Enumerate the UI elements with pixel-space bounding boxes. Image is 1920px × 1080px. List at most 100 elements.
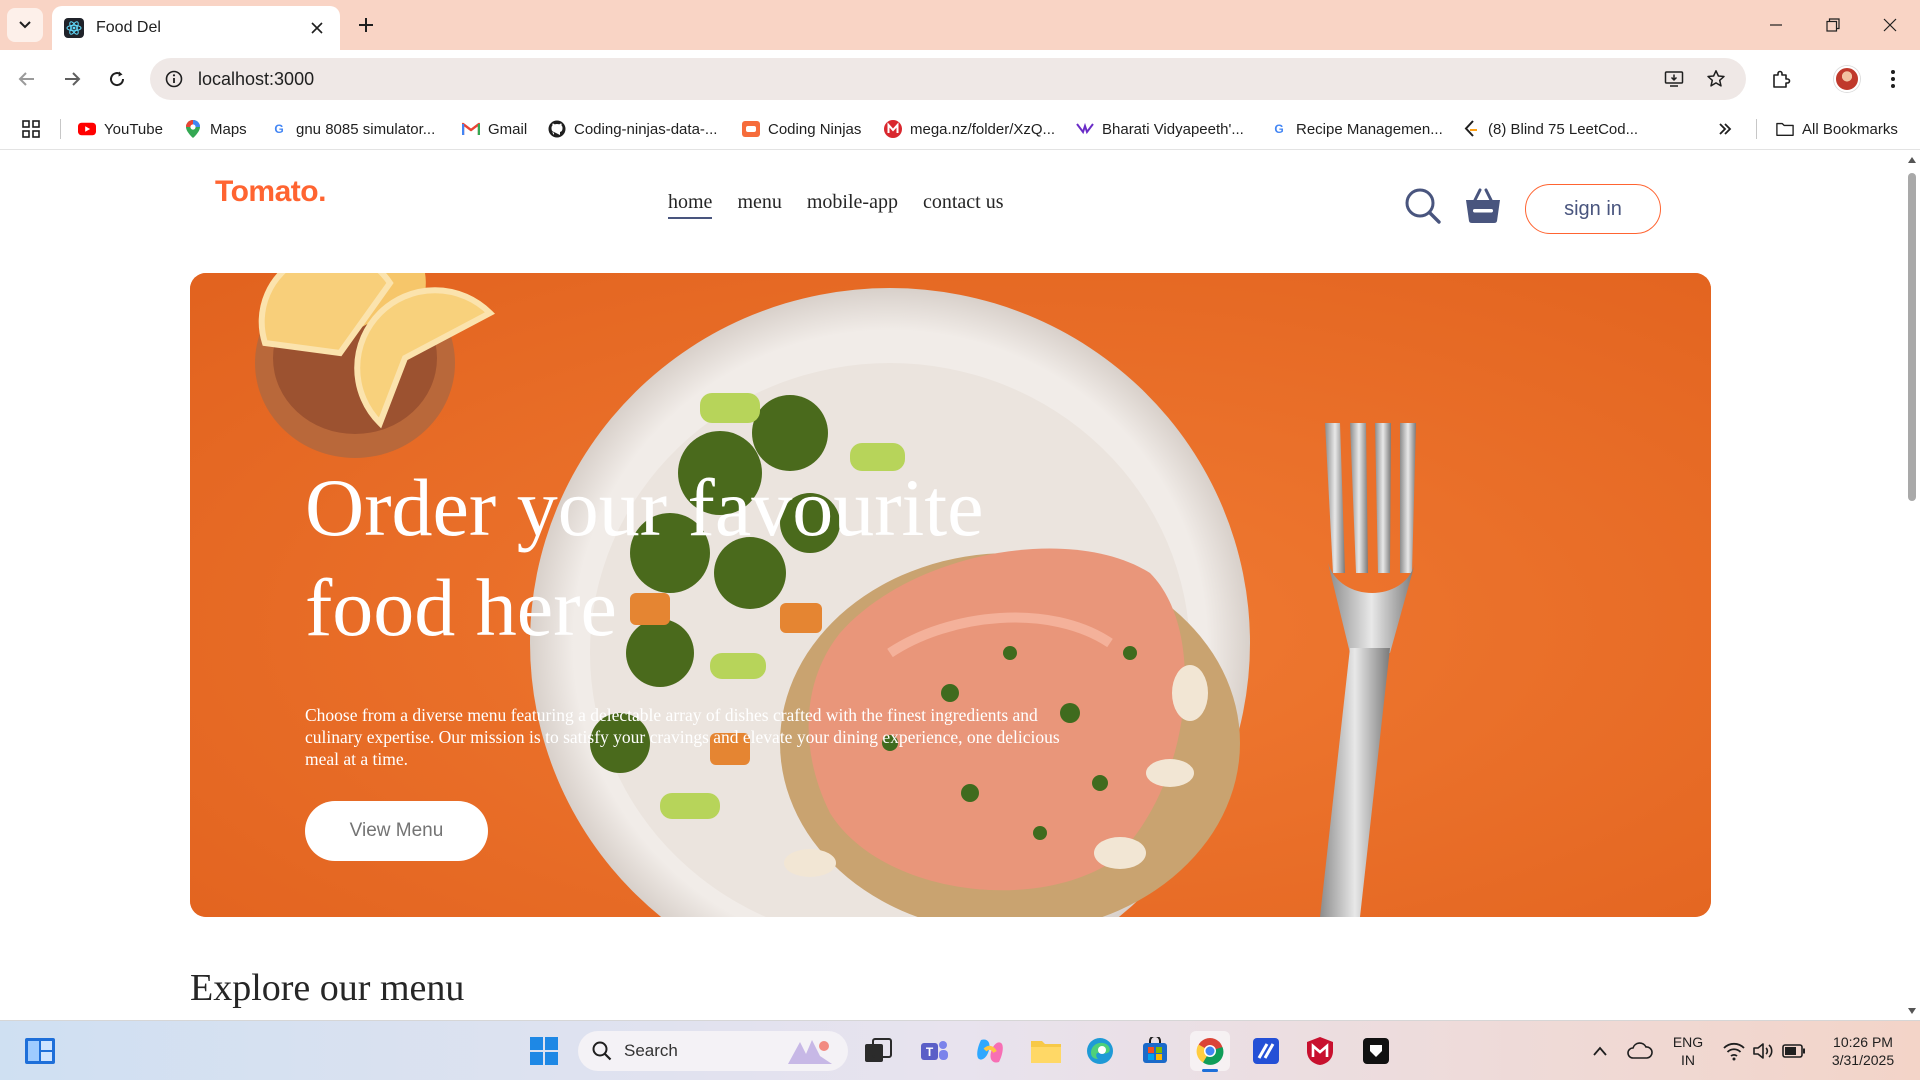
new-tab-button[interactable] — [352, 11, 380, 39]
url-text: localhost:3000 — [198, 68, 315, 89]
search-icon[interactable] — [1402, 185, 1444, 227]
task-view-icon[interactable] — [858, 1031, 898, 1071]
language-code: ENG — [1672, 1034, 1704, 1050]
reload-icon — [110, 71, 125, 87]
plus-icon — [359, 18, 373, 32]
coding-ninjas-icon — [742, 120, 760, 138]
nav-contact-us[interactable]: contact us — [923, 191, 1004, 219]
github-icon — [548, 120, 566, 138]
bookmark-star-icon[interactable] — [1702, 65, 1730, 93]
google-icon: G — [1274, 122, 1284, 136]
chrome-taskbar-icon[interactable] — [1190, 1031, 1230, 1072]
bookmark-coding-ninjas[interactable]: Coding Ninjas — [742, 108, 861, 150]
more-bookmarks-button[interactable] — [1718, 108, 1732, 150]
close-window-button[interactable] — [1876, 11, 1904, 39]
install-app-icon[interactable] — [1660, 65, 1688, 93]
windows-taskbar: Search T ENG IN 10:26 PM 3/31/2025 — [0, 1020, 1920, 1080]
mcafee-icon[interactable] — [1300, 1031, 1340, 1071]
bookmark-blind-75[interactable]: (8) Blind 75 LeetCod... — [1462, 108, 1638, 150]
bookmark-coding-ninjas-data[interactable]: Coding-ninjas-data-... — [548, 108, 717, 150]
copilot-icon[interactable] — [970, 1031, 1010, 1071]
tab-strip: Food Del — [0, 0, 1920, 50]
bookmark-label: Gmail — [488, 120, 528, 138]
apps-grid-icon — [22, 120, 40, 138]
clock-time: 10:26 PM — [1833, 1034, 1893, 1050]
site-logo[interactable]: Tomato. — [215, 175, 326, 209]
hero-description: Choose from a diverse menu featuring a d… — [305, 705, 1060, 769]
bookmark-gmail[interactable]: Gmail — [462, 108, 527, 150]
bookmark-youtube[interactable]: YouTube — [78, 108, 163, 150]
bookmark-separator — [1756, 119, 1757, 139]
chevron-down-icon — [19, 21, 31, 29]
file-explorer-icon[interactable] — [1026, 1031, 1066, 1071]
search-highlight-icon — [788, 1040, 832, 1064]
google-icon: G — [274, 122, 284, 136]
battery-icon[interactable] — [1774, 1031, 1814, 1071]
onedrive-icon[interactable] — [1620, 1031, 1660, 1071]
active-app-indicator — [1202, 1069, 1218, 1072]
browser-menu-button[interactable] — [1876, 62, 1910, 96]
bookmark-label: Recipe Managemen... — [1296, 120, 1443, 138]
profile-button[interactable] — [1830, 62, 1864, 96]
nav-menu[interactable]: menu — [737, 191, 781, 219]
all-bookmarks-button[interactable]: All Bookmarks — [1776, 108, 1898, 150]
app-icon[interactable] — [1356, 1031, 1396, 1071]
bookmark-label: gnu 8085 simulator... — [296, 120, 436, 138]
restore-button[interactable] — [1819, 11, 1847, 39]
all-bookmarks-label: All Bookmarks — [1802, 120, 1898, 138]
chevron-up-icon[interactable] — [1580, 1031, 1620, 1071]
start-windows-icon[interactable] — [524, 1031, 564, 1071]
taskbar-search-box[interactable]: Search — [578, 1031, 848, 1071]
hero-title: Order your favourite food here — [305, 462, 984, 653]
region-code: IN — [1681, 1052, 1695, 1068]
apps-button[interactable] — [22, 108, 40, 150]
mega-icon — [884, 120, 902, 138]
restore-icon — [1826, 18, 1840, 32]
bookmark-maps[interactable]: Maps — [184, 108, 247, 150]
bookmark-label: mega.nz/folder/XzQ... — [910, 120, 1056, 138]
extensions-button[interactable] — [1764, 62, 1798, 96]
bookmark-recipe-management[interactable]: G Recipe Managemen... — [1270, 108, 1443, 150]
widgets-icon[interactable] — [20, 1031, 60, 1071]
microsoft-store-icon[interactable] — [1135, 1031, 1175, 1071]
search-icon — [592, 1041, 612, 1061]
clock[interactable]: 10:26 PM 3/31/2025 — [1820, 1033, 1906, 1069]
view-menu-button[interactable]: View Menu — [305, 801, 488, 861]
minimize-button[interactable] — [1762, 11, 1790, 39]
double-chevron-right-icon — [1719, 123, 1732, 135]
tab-title: Food Del — [96, 19, 161, 36]
clock-date: 3/31/2025 — [1831, 1052, 1895, 1068]
bookmarks-bar: YouTube Maps G gnu 8085 simulator... Gma… — [0, 108, 1920, 150]
forward-button[interactable] — [55, 62, 89, 96]
minimize-icon — [1770, 24, 1782, 26]
page-scrollbar[interactable] — [1904, 151, 1920, 1020]
close-icon — [1883, 18, 1897, 32]
site-info-icon[interactable] — [162, 67, 186, 91]
bookmark-gnu-8085[interactable]: G gnu 8085 simulator... — [270, 108, 435, 150]
reload-button[interactable] — [100, 62, 134, 96]
vscode-like-app-icon[interactable] — [1246, 1031, 1286, 1071]
nav-home[interactable]: home — [668, 191, 713, 219]
bookmark-label: Bharati Vidyapeeth'... — [1102, 120, 1244, 138]
scroll-down-arrow-icon[interactable] — [1907, 1006, 1917, 1016]
bookmark-mega[interactable]: mega.nz/folder/XzQ... — [884, 108, 1055, 150]
scroll-thumb[interactable] — [1908, 173, 1916, 501]
nav-mobile-app[interactable]: mobile-app — [807, 191, 898, 219]
sign-in-button[interactable]: sign in — [1525, 184, 1661, 234]
browser-tab-active[interactable]: Food Del — [52, 6, 340, 50]
back-button[interactable] — [10, 62, 44, 96]
tab-search-button[interactable] — [7, 8, 43, 42]
scroll-up-arrow-icon[interactable] — [1907, 155, 1917, 165]
more-vertical-icon — [1891, 70, 1895, 88]
basket-icon[interactable] — [1462, 185, 1504, 227]
taskbar-search-label: Search — [624, 1041, 678, 1060]
address-bar[interactable]: localhost:3000 — [150, 58, 1746, 100]
language-indicator[interactable]: ENG IN — [1664, 1033, 1712, 1069]
bharati-icon — [1076, 120, 1094, 138]
edge-icon[interactable] — [1080, 1031, 1120, 1071]
puzzle-icon — [1773, 70, 1791, 88]
teams-icon[interactable]: T — [914, 1031, 954, 1071]
bookmark-label: Coding-ninjas-data-... — [574, 120, 718, 138]
bookmark-bharati[interactable]: Bharati Vidyapeeth'... — [1076, 108, 1244, 150]
close-tab-icon[interactable] — [306, 17, 328, 39]
